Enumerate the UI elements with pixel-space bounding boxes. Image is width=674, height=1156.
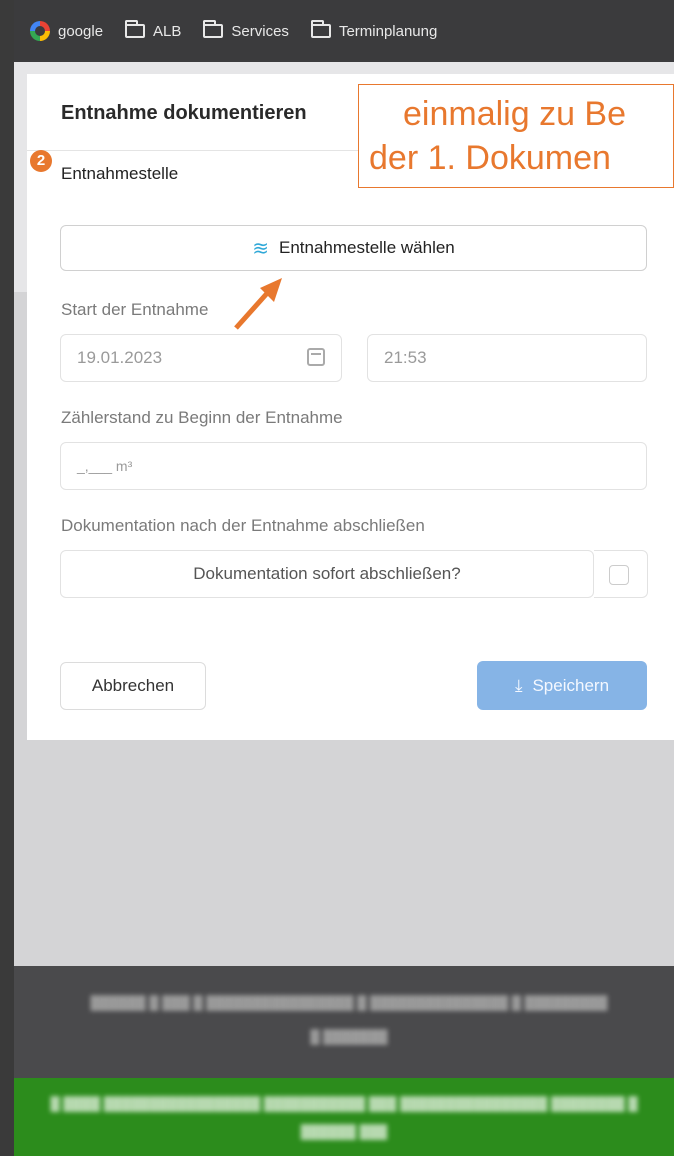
footer-copyright-blurred: █ ████ █████████████████ ███████████ ███… bbox=[50, 1096, 638, 1139]
folder-icon bbox=[310, 20, 331, 38]
date-value: 19.01.2023 bbox=[77, 348, 163, 367]
time-input[interactable]: 21:53 bbox=[367, 334, 647, 382]
folder-icon bbox=[203, 20, 224, 38]
doc-checkbox[interactable] bbox=[609, 565, 629, 585]
meter-input[interactable]: _,___ m³ bbox=[60, 442, 647, 490]
doc-label: Dokumentation nach der Entnahme abschlie… bbox=[61, 516, 425, 535]
annotation-callout: einmalig zu Be der 1. Dokumen bbox=[358, 84, 674, 188]
save-button[interactable]: ⤓ Speichern bbox=[477, 661, 647, 710]
doc-button[interactable]: Dokumentation sofort abschließen? bbox=[60, 550, 594, 598]
folder-icon bbox=[125, 20, 146, 38]
doc-checkbox-wrap bbox=[594, 550, 648, 598]
entnahmestelle-button-label: Entnahmestelle wählen bbox=[278, 238, 455, 257]
page-content: Entnahme dokumentieren 2 Entnahmestelle … bbox=[14, 62, 674, 1156]
bookmark-label: Terminplanung bbox=[338, 22, 438, 40]
bookmark-alb[interactable]: ALB bbox=[125, 20, 182, 40]
entnahmestelle-label: Entnahmestelle bbox=[61, 164, 179, 183]
cancel-button[interactable]: Abbrechen bbox=[60, 662, 206, 710]
footer-links-blurred: ██████ █ ███ █ ████████████████ █ ██████… bbox=[90, 995, 608, 1044]
entnahmestelle-select-button[interactable]: ≋ Entnahmestelle wählen bbox=[60, 225, 647, 271]
water-wave-icon: ≋ bbox=[252, 237, 269, 260]
save-button-label: Speichern bbox=[532, 675, 610, 695]
footer-links: ██████ █ ███ █ ████████████████ █ ██████… bbox=[14, 966, 674, 1078]
bookmark-terminplanung[interactable]: Terminplanung bbox=[310, 20, 438, 40]
callout-line-1: einmalig zu Be bbox=[403, 95, 627, 133]
footer-copyright: █ ████ █████████████████ ███████████ ███… bbox=[14, 1078, 674, 1156]
meter-placeholder: _,___ m³ bbox=[77, 458, 133, 474]
dialog-title: Entnahme dokumentieren bbox=[61, 102, 307, 124]
start-label: Start der Entnahme bbox=[61, 300, 209, 319]
callout-line-2: der 1. Dokumen bbox=[369, 139, 611, 177]
google-icon bbox=[30, 21, 50, 41]
bookmark-label: Services bbox=[231, 22, 289, 40]
bookmark-label: google bbox=[58, 22, 104, 40]
annotation-arrow-icon bbox=[234, 278, 282, 330]
calendar-icon[interactable] bbox=[307, 348, 325, 366]
browser-frame: google ALB Services Terminplanung Entnah… bbox=[0, 0, 674, 1156]
cancel-button-label: Abbrechen bbox=[91, 676, 175, 695]
date-input[interactable]: 19.01.2023 bbox=[60, 334, 342, 382]
time-value: 21:53 bbox=[384, 348, 427, 367]
step-badge: 2 bbox=[30, 150, 52, 172]
bookmarks-bar: google ALB Services Terminplanung bbox=[14, 0, 674, 62]
download-icon: ⤓ bbox=[514, 675, 523, 695]
doc-button-label: Dokumentation sofort abschließen? bbox=[193, 564, 461, 583]
bookmark-google[interactable]: google bbox=[30, 21, 103, 41]
bookmark-label: ALB bbox=[153, 22, 182, 40]
meter-label: Zählerstand zu Beginn der Entnahme bbox=[61, 408, 343, 427]
bookmark-services[interactable]: Services bbox=[203, 20, 289, 40]
